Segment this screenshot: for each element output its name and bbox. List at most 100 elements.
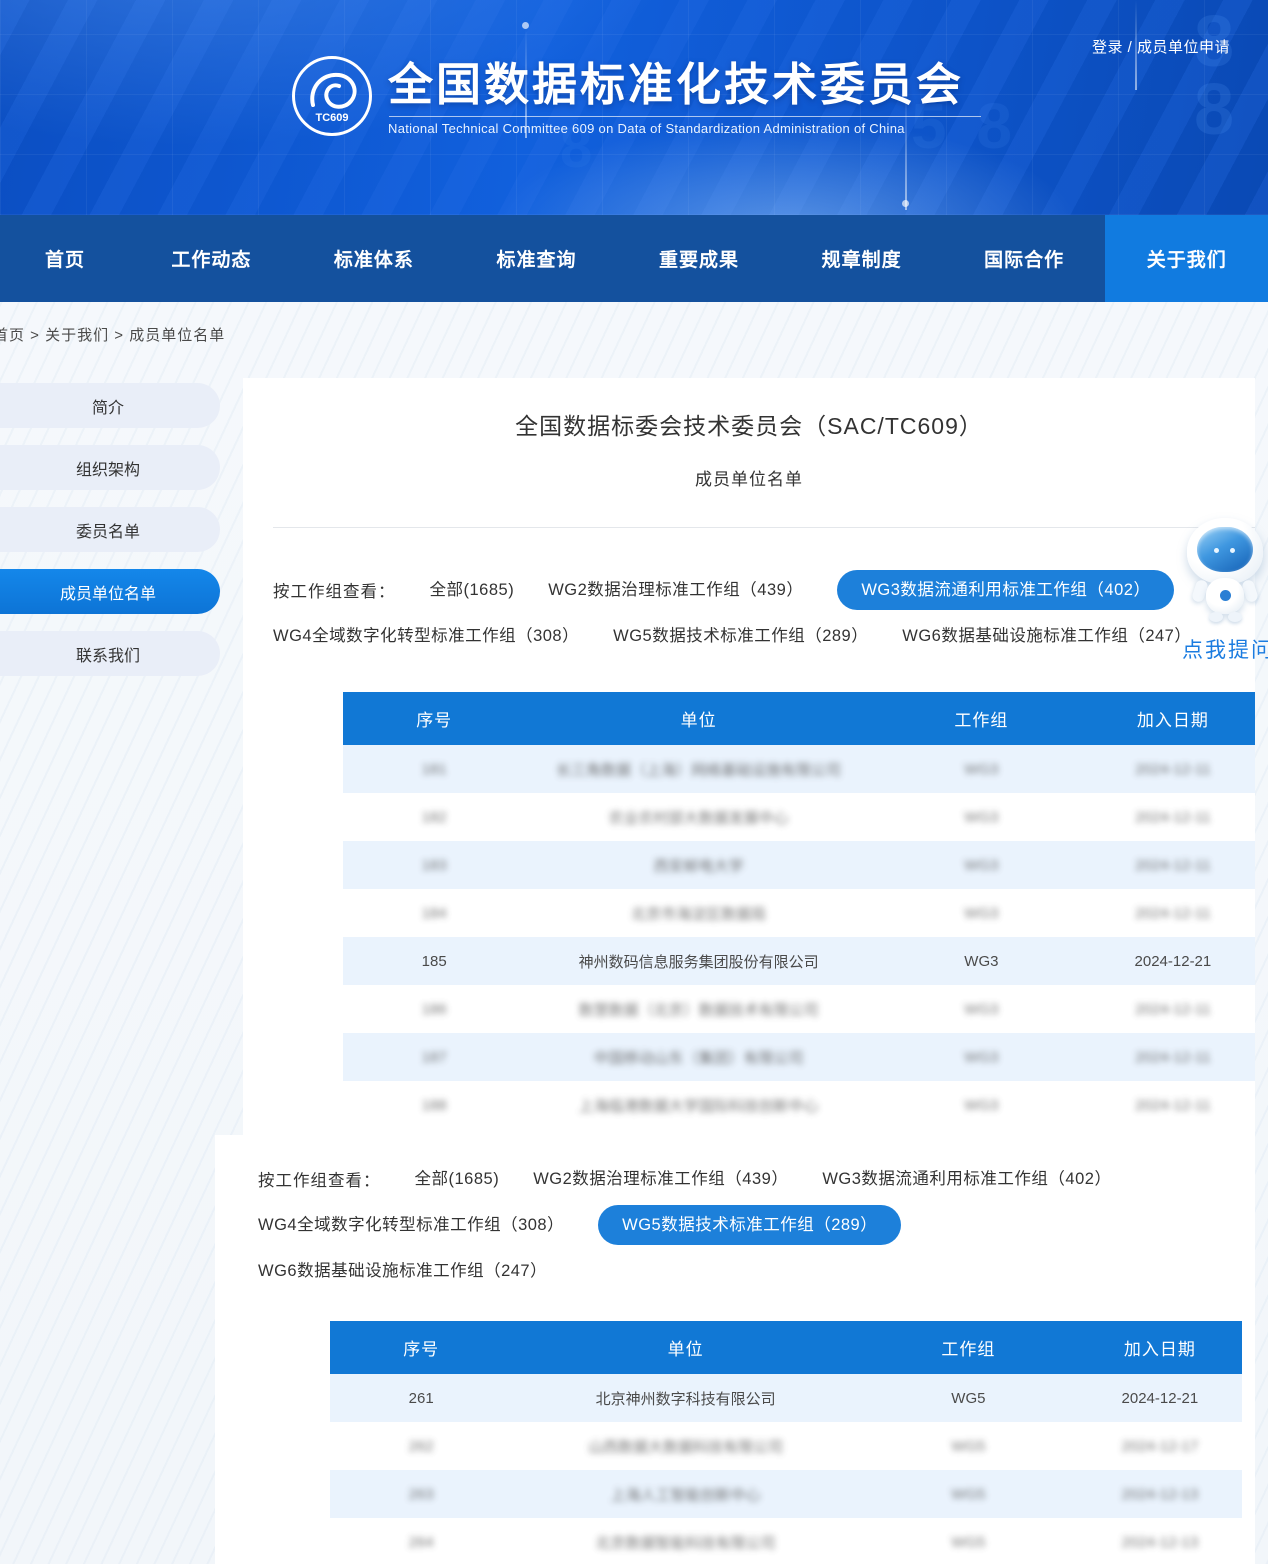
workgroup: WG3 — [872, 761, 1091, 778]
tc609-logo-graphic: TC609 — [295, 59, 369, 133]
unit-name: 北京神州数字科技有限公司 — [512, 1388, 859, 1409]
table-row[interactable]: 186数慧数据（北京）数据技术有限公司WG32024-12-11 — [343, 985, 1255, 1033]
column-header: 工作组 — [872, 706, 1091, 731]
svg-text:TC609: TC609 — [315, 112, 348, 124]
table-row[interactable]: 261北京神州数字科技有限公司WG52024-12-21 — [330, 1374, 1242, 1422]
join-date: 2024-12-11 — [1091, 761, 1255, 778]
workgroup-filter[interactable]: WG6数据基础设施标准工作组（247） — [258, 1251, 547, 1291]
sidebar-item-简介[interactable]: 简介 — [0, 383, 220, 428]
join-date: 2024-12-11 — [1091, 905, 1255, 922]
filter-label: 按工作组查看： — [273, 578, 396, 602]
unit-name: 农业农村部大数据发展中心 — [525, 807, 872, 828]
nav-item-规章制度[interactable]: 规章制度 — [780, 215, 943, 302]
filter-label: 按工作组查看： — [258, 1167, 381, 1191]
workgroup: WG3 — [872, 809, 1091, 826]
nav-item-工作动态[interactable]: 工作动态 — [130, 215, 293, 302]
sidebar-item-委员名单[interactable]: 委员名单 — [0, 507, 220, 552]
workgroup-filter[interactable]: WG3数据流通利用标准工作组（402） — [837, 570, 1174, 610]
member-table-2: 序号单位工作组加入日期 261北京神州数字科技有限公司WG52024-12-21… — [330, 1321, 1242, 1564]
site-banner: 88 5 8 8 登录 / 成员单位申请 TC609 全国数据标准化技术委员会 … — [0, 0, 1268, 215]
login-apply-links[interactable]: 登录 / 成员单位申请 — [1092, 36, 1230, 57]
row-index: 181 — [343, 761, 525, 778]
sidebar-item-组织架构[interactable]: 组织架构 — [0, 445, 220, 490]
workgroup-filter-bar-2: 按工作组查看： 全部(1685) WG2数据治理标准工作组（439） WG3数据流通… — [258, 1159, 1178, 1291]
unit-name: 数慧数据（北京）数据技术有限公司 — [525, 999, 872, 1020]
column-header: 单位 — [525, 706, 872, 731]
unit-name: 北京市海淀区数据局 — [525, 903, 872, 924]
row-index: 185 — [343, 953, 525, 970]
table-row[interactable]: 262山西数据大数据科技有限公司WG52024-12-17 — [330, 1422, 1242, 1470]
workgroup-filter[interactable]: 全部(1685) — [415, 1159, 500, 1199]
workgroup-filter[interactable]: WG4全域数字化转型标准工作组（308） — [258, 1205, 564, 1245]
table-row[interactable]: 182农业农村部大数据发展中心WG32024-12-11 — [343, 793, 1255, 841]
join-date: 2024-12-13 — [1078, 1534, 1242, 1551]
table-row[interactable]: 188上海临港数据大学国际科技创新中心WG32024-12-11 — [343, 1081, 1255, 1129]
workgroup: WG5 — [859, 1486, 1078, 1503]
table-row[interactable]: 184北京市海淀区数据局WG32024-12-11 — [343, 889, 1255, 937]
site-title: 全国数据标准化技术委员会 — [388, 56, 981, 114]
unit-name: 北京数据智能科技有限公司 — [512, 1532, 859, 1553]
workgroup: WG3 — [872, 857, 1091, 874]
table-row[interactable]: 187中国移动山东（集团）有限公司WG32024-12-11 — [343, 1033, 1255, 1081]
workgroup-filter-bar-1: 按工作组查看： 全部(1685) WG2数据治理标准工作组（439） WG3数据流通… — [273, 570, 1193, 656]
workgroup: WG3 — [872, 1097, 1091, 1114]
join-date: 2024-12-11 — [1091, 857, 1255, 874]
column-header: 工作组 — [859, 1335, 1078, 1360]
column-header: 加入日期 — [1078, 1335, 1242, 1360]
workgroup-filter[interactable]: WG3数据流通利用标准工作组（402） — [822, 1159, 1111, 1199]
sidebar: 简介组织架构委员名单成员单位名单联系我们 — [0, 383, 220, 693]
row-index: 261 — [330, 1390, 512, 1407]
sidebar-item-成员单位名单[interactable]: 成员单位名单 — [0, 569, 220, 614]
table-row[interactable]: 181长三角数据（上海）网络基础设施有限公司WG32024-12-11 — [343, 745, 1255, 793]
row-index: 186 — [343, 1001, 525, 1018]
workgroup-filter[interactable]: WG2数据治理标准工作组（439） — [533, 1159, 788, 1199]
join-date: 2024-12-11 — [1091, 1049, 1255, 1066]
divider — [273, 527, 1255, 528]
banner-decor-digit: 88 — [1194, 8, 1240, 145]
banner-decor-dot — [902, 200, 909, 207]
title-underline — [389, 116, 981, 117]
nav-item-标准体系[interactable]: 标准体系 — [293, 215, 456, 302]
workgroup: WG5 — [859, 1390, 1078, 1407]
table-row[interactable]: 185神州数码信息服务集团股份有限公司WG32024-12-21 — [343, 937, 1255, 985]
member-table-1: 序号单位工作组加入日期 181长三角数据（上海）网络基础设施有限公司WG3202… — [343, 692, 1255, 1129]
column-header: 序号 — [343, 706, 525, 731]
site-title-english: National Technical Committee 609 on Data… — [388, 121, 981, 136]
workgroup-filter[interactable]: WG2数据治理标准工作组（439） — [548, 570, 803, 610]
column-header: 加入日期 — [1091, 706, 1255, 731]
join-date: 2024-12-13 — [1078, 1486, 1242, 1503]
nav-item-重要成果[interactable]: 重要成果 — [618, 215, 781, 302]
workgroup-filter[interactable]: WG6数据基础设施标准工作组（247） — [902, 616, 1191, 656]
content-panel-1: 全国数据标委会技术委员会（SAC/TC609） 成员单位名单 按工作组查看： 全… — [243, 378, 1255, 1135]
unit-name: 西安邮电大学 — [525, 855, 872, 876]
row-index: 184 — [343, 905, 525, 922]
workgroup: WG3 — [872, 1049, 1091, 1066]
assistant-widget[interactable]: 点我提问 — [1182, 518, 1268, 664]
table-row[interactable]: 183西安邮电大学WG32024-12-11 — [343, 841, 1255, 889]
assistant-label[interactable]: 点我提问 — [1182, 634, 1268, 664]
join-date: 2024-12-11 — [1091, 809, 1255, 826]
table-row[interactable]: 264北京数据智能科技有限公司WG52024-12-13 — [330, 1518, 1242, 1564]
nav-item-关于我们[interactable]: 关于我们 — [1105, 215, 1268, 302]
workgroup-filter[interactable]: 全部(1685) — [430, 570, 515, 610]
workgroup: WG3 — [872, 1001, 1091, 1018]
nav-item-首页[interactable]: 首页 — [0, 215, 130, 302]
workgroup-filter[interactable]: WG5数据技术标准工作组（289） — [598, 1205, 901, 1245]
unit-name: 上海人工智能创新中心 — [512, 1484, 859, 1505]
column-header: 序号 — [330, 1335, 512, 1360]
nav-item-国际合作[interactable]: 国际合作 — [943, 215, 1106, 302]
tc609-logo: TC609 — [292, 56, 372, 136]
workgroup-filter[interactable]: WG5数据技术标准工作组（289） — [613, 616, 868, 656]
table-row[interactable]: 263上海人工智能创新中心WG52024-12-13 — [330, 1470, 1242, 1518]
breadcrumb[interactable]: 首页 > 关于我们 > 成员单位名单 — [0, 324, 225, 345]
robot-mascot-icon[interactable] — [1182, 518, 1268, 626]
row-index: 263 — [330, 1486, 512, 1503]
nav-item-标准查询[interactable]: 标准查询 — [455, 215, 618, 302]
join-date: 2024-12-21 — [1078, 1390, 1242, 1407]
row-index: 262 — [330, 1438, 512, 1455]
workgroup-filter[interactable]: WG4全域数字化转型标准工作组（308） — [273, 616, 579, 656]
main-nav: 首页工作动态标准体系标准查询重要成果规章制度国际合作关于我们 — [0, 215, 1268, 302]
banner-decor-dot — [522, 22, 529, 29]
unit-name: 长三角数据（上海）网络基础设施有限公司 — [525, 759, 872, 780]
sidebar-item-联系我们[interactable]: 联系我们 — [0, 631, 220, 676]
